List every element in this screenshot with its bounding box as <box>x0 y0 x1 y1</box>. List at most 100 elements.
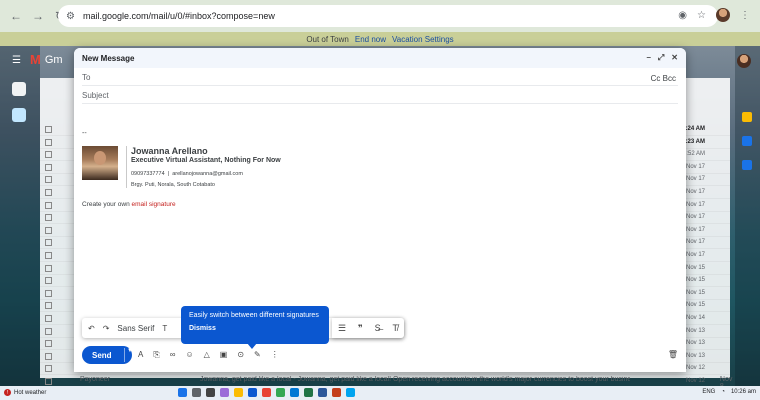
tooltip-dismiss-button[interactable]: Dismiss <box>189 325 321 332</box>
row-checkbox[interactable] <box>45 176 52 184</box>
profile-avatar[interactable] <box>716 8 730 22</box>
end-now-link[interactable]: End now <box>355 35 386 44</box>
wifi-icon[interactable]: ◔ <box>721 389 725 395</box>
signature-photo <box>82 146 118 180</box>
row-checkbox[interactable] <box>45 264 52 272</box>
task-view-icon[interactable] <box>206 388 215 397</box>
row-checkbox[interactable] <box>45 378 52 385</box>
cc-bcc-link[interactable]: Cc Bcc <box>651 74 676 83</box>
row-checkbox[interactable] <box>45 126 52 133</box>
row-checkbox[interactable] <box>45 226 52 234</box>
font-selector[interactable]: Sans Serif <box>117 324 154 333</box>
send-button[interactable]: Send ▼ <box>82 346 133 364</box>
format-toolbar-right: ☰ ❞ S̶ T̸ <box>332 318 404 338</box>
row-date: Nov 13 <box>685 340 705 347</box>
menu-icon[interactable]: ⋮ <box>740 10 750 21</box>
vacation-settings-link[interactable]: Vacation Settings <box>392 35 454 44</box>
app-icon-blue[interactable] <box>346 388 355 397</box>
file-explorer-icon[interactable] <box>234 388 243 397</box>
row-checkbox[interactable] <box>45 151 52 159</box>
row-checkbox[interactable] <box>45 138 52 146</box>
keep-icon[interactable] <box>742 112 752 122</box>
emoji-icon[interactable]: ☺ <box>185 350 193 360</box>
signature-name: Jowanna Arellano <box>131 146 208 156</box>
start-icon[interactable] <box>178 388 187 397</box>
weather-text: Hot weather <box>14 389 47 396</box>
row-checkbox[interactable] <box>45 201 52 209</box>
signature-icon[interactable]: ✎ <box>254 350 261 360</box>
account-avatar[interactable] <box>737 54 751 68</box>
word-icon[interactable] <box>318 388 327 397</box>
address-bar[interactable]: ⚙ mail.google.com/mail/u/0/#inbox?compos… <box>58 5 718 27</box>
weather-widget[interactable]: ! Hot weather <box>4 389 46 396</box>
powerpoint-icon[interactable] <box>332 388 341 397</box>
signature-email[interactable]: arellanojowanna@gmail.com <box>172 171 243 177</box>
excel-icon[interactable] <box>304 388 313 397</box>
close-icon[interactable]: ✕ <box>671 53 678 63</box>
drive-icon[interactable]: △ <box>204 350 210 360</box>
contacts-icon[interactable] <box>742 160 752 170</box>
taskbar: ! Hot weather ENG ◔ 10:26 am <box>0 386 760 400</box>
row-checkbox[interactable] <box>45 289 52 297</box>
row-checkbox[interactable] <box>45 189 52 196</box>
teams-icon[interactable] <box>220 388 229 397</box>
expand-icon[interactable]: ⤢ <box>658 53 664 63</box>
row-checkbox[interactable] <box>45 163 52 171</box>
more-options-icon[interactable]: ⋮ <box>271 350 279 360</box>
email-signature-link[interactable]: email signature <box>132 201 176 208</box>
row-checkbox[interactable] <box>45 352 52 360</box>
chrome-icon[interactable] <box>276 388 285 397</box>
search-icon[interactable] <box>192 388 201 397</box>
send-options-icon[interactable]: ▼ <box>127 348 133 354</box>
eye-icon[interactable]: ◉ <box>678 10 687 21</box>
row-checkbox[interactable] <box>45 239 52 247</box>
row-date: Nov 13 <box>685 327 705 334</box>
strikethrough-icon[interactable]: S̶ <box>375 323 381 333</box>
confidential-icon[interactable]: ⊙ <box>237 350 244 360</box>
compose-icon[interactable] <box>12 82 26 96</box>
undo-icon[interactable]: ↶ <box>88 324 95 333</box>
row-checkbox[interactable] <box>45 252 52 259</box>
right-rail <box>735 46 760 386</box>
back-icon[interactable]: ← <box>8 8 24 24</box>
photo-icon[interactable]: ▣ <box>220 350 228 360</box>
app-icon-red[interactable] <box>262 388 271 397</box>
row-checkbox[interactable] <box>45 365 52 373</box>
signature-contact: 09097337774 | arellanojowanna@gmail.com <box>131 171 243 177</box>
attach-icon[interactable]: ⎘ <box>153 350 159 360</box>
formatting-icon[interactable]: A <box>138 350 143 360</box>
signature-phone: 09097337774 <box>131 171 165 177</box>
row-date: Nov 14 <box>685 315 705 321</box>
row-checkbox[interactable] <box>45 214 52 222</box>
clear-format-icon[interactable]: T̸ <box>393 323 399 333</box>
edge-icon[interactable] <box>248 388 257 397</box>
redo-icon[interactable]: ↷ <box>103 324 110 333</box>
hamburger-menu-icon[interactable]: ☰ <box>12 55 21 66</box>
language-indicator[interactable]: ENG <box>702 389 715 395</box>
row-checkbox[interactable] <box>45 327 52 335</box>
row-checkbox[interactable] <box>45 315 52 322</box>
clock[interactable]: 10:26 am <box>731 389 756 395</box>
minimize-icon[interactable]: – <box>646 53 650 63</box>
compose-header[interactable]: New Message – ⤢ ✕ <box>74 48 686 68</box>
subject-field[interactable]: Subject <box>82 88 678 104</box>
to-field[interactable]: To Cc Bcc <box>82 70 678 86</box>
discard-draft-icon[interactable]: 🗑 <box>668 350 678 359</box>
row-checkbox[interactable] <box>45 302 52 310</box>
site-info-icon[interactable]: ⚙ <box>66 11 75 22</box>
star-icon[interactable]: ☆ <box>697 10 706 21</box>
last-mail-row[interactable]: Payoneer Jowanna, get paid like a local … <box>80 376 735 390</box>
forward-icon[interactable]: → <box>30 8 46 24</box>
inbox-icon[interactable] <box>12 108 26 122</box>
signature-divider <box>126 146 127 188</box>
text-size-icon[interactable]: T <box>162 324 167 333</box>
link-icon[interactable]: ∞ <box>170 350 176 360</box>
row-date: Nov 17 <box>685 214 705 221</box>
to-label: To <box>82 73 91 82</box>
row-checkbox[interactable] <box>45 340 52 348</box>
row-checkbox[interactable] <box>45 277 52 285</box>
quote-icon[interactable]: ❞ <box>358 323 363 334</box>
store-icon[interactable] <box>290 388 299 397</box>
tasks-icon[interactable] <box>742 136 752 146</box>
indent-icon[interactable]: ☰ <box>338 323 346 334</box>
